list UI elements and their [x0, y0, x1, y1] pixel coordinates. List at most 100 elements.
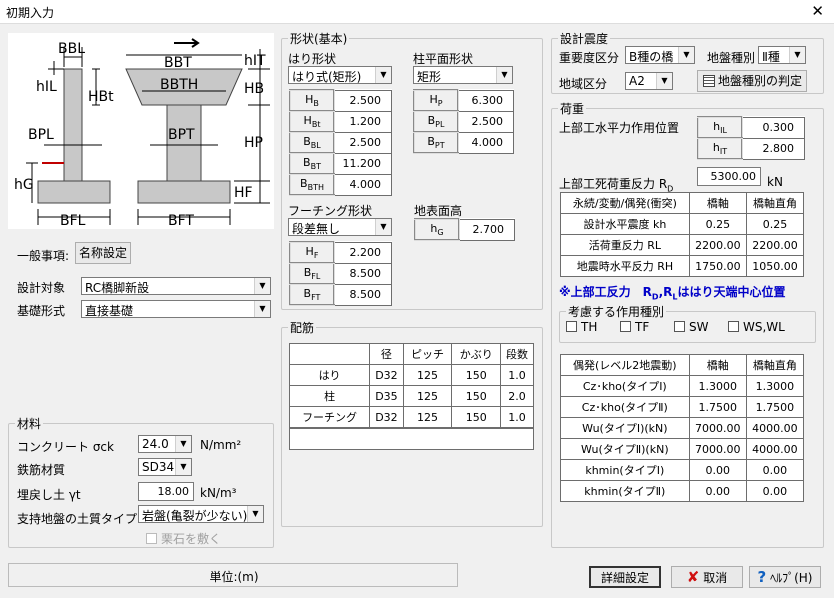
accidental-load-cell[interactable]: 1.7500	[688, 396, 747, 418]
consider-checkbox[interactable]: TH	[566, 320, 597, 334]
accidental-load-cell[interactable]: 1.7500	[745, 396, 805, 418]
consider-checkbox[interactable]: SW	[674, 320, 708, 334]
label-hbt: HBt	[88, 89, 114, 105]
ground-type-judge-label: 地盤種別の判定	[717, 74, 802, 88]
beam-dim-value[interactable]: 2.500	[333, 131, 392, 154]
permanent-load-header: 永続/変動/偶発(衝突)	[560, 192, 690, 214]
column-dim-value[interactable]: 4.000	[457, 131, 514, 154]
accidental-load-cell[interactable]: 1.3000	[688, 375, 747, 397]
footing-shape-select[interactable]: 段差無し ▼	[288, 218, 392, 236]
label-hg: hG	[14, 177, 34, 193]
region-select[interactable]: A2 ▼	[625, 72, 673, 90]
consider-checkbox[interactable]: WS,WL	[728, 320, 785, 334]
chevron-down-icon: ▼	[375, 219, 391, 235]
load-position-symbol-sub: IT	[719, 147, 728, 157]
name-setting-button[interactable]: 名称設定	[75, 242, 131, 264]
consider-checkbox[interactable]: TF	[620, 320, 649, 334]
beam-dim-value[interactable]: 1.200	[333, 110, 392, 133]
load-position-value[interactable]: 0.300	[741, 116, 805, 139]
permanent-load-cell[interactable]: 0.25	[688, 213, 747, 235]
foundation-select[interactable]: 直接基礎 ▼	[81, 300, 271, 318]
accidental-load-cell[interactable]: 1.3000	[745, 375, 805, 397]
rebar-cell[interactable]: 150	[451, 406, 502, 428]
column-dim-value[interactable]: 2.500	[457, 110, 514, 133]
footing-dim-value[interactable]: 2.200	[333, 241, 392, 264]
footing-dim-value[interactable]: 8.500	[333, 283, 392, 306]
accidental-load-cell[interactable]: 0.00	[688, 480, 747, 502]
rebar-cell[interactable]: D32	[369, 364, 404, 386]
beam-shape-select[interactable]: はり式(矩形) ▼	[288, 66, 392, 84]
load-legend: 荷重	[558, 100, 587, 117]
accidental-load-row-label: khmin(タイプⅡ)	[560, 480, 690, 502]
column-dim-value[interactable]: 6.300	[457, 89, 514, 112]
consider-checkbox-box	[674, 321, 685, 332]
pier-diagram-svg: BBL BBT hIT hIL HBt BBTH HB BPL BPT HP h…	[14, 38, 270, 229]
rebar-cell[interactable]: 150	[451, 385, 502, 407]
column-shape-select[interactable]: 矩形 ▼	[413, 66, 513, 84]
close-icon[interactable]: ✕	[811, 2, 824, 20]
column-dim-symbol-letter: B	[427, 113, 436, 127]
beam-shape-label: はり形状	[288, 52, 337, 66]
rebar-cell[interactable]: 125	[402, 385, 453, 407]
reaction-note-sub1: D	[651, 292, 659, 302]
beam-dim-value[interactable]: 11.200	[333, 152, 392, 175]
rebar-material-select[interactable]: SD345 ▼	[138, 458, 192, 476]
rebar-cell[interactable]: 150	[451, 364, 502, 386]
label-bfl: BFL	[60, 213, 86, 229]
accidental-load-cell[interactable]: 0.00	[745, 459, 805, 481]
cancel-button[interactable]: ✘ 取消	[671, 566, 743, 588]
column-dim-symbol-sub: P	[437, 99, 443, 109]
help-button[interactable]: ? ﾍﾙﾌﾟ(H)	[749, 566, 821, 588]
accidental-load-cell[interactable]: 7000.00	[688, 438, 747, 460]
consider-checkboxes: TH TF SW WS,WL	[566, 320, 811, 336]
backfill-label: 埋戻し土 γt	[17, 488, 81, 502]
rebar-cell[interactable]: 125	[402, 364, 453, 386]
soil-type-select[interactable]: 岩盤(亀裂が少ない) ▼	[138, 505, 264, 523]
footing-dim-symbol-letter: H	[305, 244, 314, 258]
beam-dim-value[interactable]: 2.500	[333, 89, 392, 112]
permanent-load-table: 永続/変動/偶発(衝突) 橋軸 橋軸直角 設計水平震度 kh 0.25 0.25 活荷重反…	[560, 192, 805, 277]
gravel-checkbox[interactable]: 栗石を敷く	[146, 530, 221, 547]
help-label: ﾍﾙﾌﾟ(H)	[770, 571, 813, 585]
accidental-load-cell[interactable]: 7000.00	[688, 417, 747, 439]
region-value: A2	[629, 74, 645, 88]
footing-shape-value: 段差無し	[292, 222, 341, 236]
chevron-down-icon: ▼	[254, 301, 270, 317]
accidental-load-cell[interactable]: 0.00	[688, 459, 747, 481]
ground-type-judge-button[interactable]: 地盤種別の判定	[697, 70, 807, 92]
beam-dim-symbol: BBL	[289, 131, 335, 154]
beam-dim-symbol: BBTH	[289, 173, 335, 196]
footing-dim-value[interactable]: 8.500	[333, 262, 392, 285]
beam-dim-symbol-sub: B	[313, 99, 319, 109]
detail-setting-button[interactable]: 詳細設定	[589, 566, 661, 588]
load-position-value[interactable]: 2.800	[741, 137, 805, 160]
cancel-label: 取消	[703, 571, 728, 585]
concrete-select[interactable]: 24.0 ▼	[138, 435, 192, 453]
permanent-load-cell[interactable]: 2200.00	[688, 234, 747, 256]
design-target-select[interactable]: RC橋脚新設 ▼	[81, 277, 271, 295]
rebar-cell[interactable]: 2.0	[500, 385, 534, 407]
accidental-load-cell[interactable]: 4000.00	[745, 438, 805, 460]
beam-dim-value[interactable]: 4.000	[333, 173, 392, 196]
importance-select[interactable]: B種の橋 ▼	[625, 46, 695, 64]
accidental-load-cell[interactable]: 0.00	[745, 480, 805, 502]
rebar-row: フーチング D32 125 150 1.0	[288, 406, 534, 428]
accidental-load-cell[interactable]: 4000.00	[745, 417, 805, 439]
permanent-load-cell[interactable]: 1050.00	[745, 255, 805, 277]
dead-load-input[interactable]: 5300.00	[697, 167, 761, 186]
beam-dim-symbol-sub: BTH	[307, 183, 324, 193]
permanent-load-cell[interactable]: 2200.00	[745, 234, 805, 256]
rebar-cell[interactable]: D32	[369, 406, 404, 428]
backfill-input[interactable]: 18.00	[138, 482, 194, 501]
permanent-load-cell[interactable]: 1750.00	[688, 255, 747, 277]
ground-level-symbol-sub: G	[437, 228, 444, 238]
ground-level-value[interactable]: 2.700	[458, 218, 515, 241]
rebar-cell[interactable]: 1.0	[500, 406, 534, 428]
rebar-cell[interactable]: 125	[402, 406, 453, 428]
load-position-symbol: hIT	[697, 137, 743, 160]
consider-checkbox-box	[728, 321, 739, 332]
rebar-cell[interactable]: 1.0	[500, 364, 534, 386]
rebar-cell[interactable]: D35	[369, 385, 404, 407]
permanent-load-cell[interactable]: 0.25	[745, 213, 805, 235]
ground-type-select[interactable]: Ⅱ種 ▼	[758, 46, 806, 64]
